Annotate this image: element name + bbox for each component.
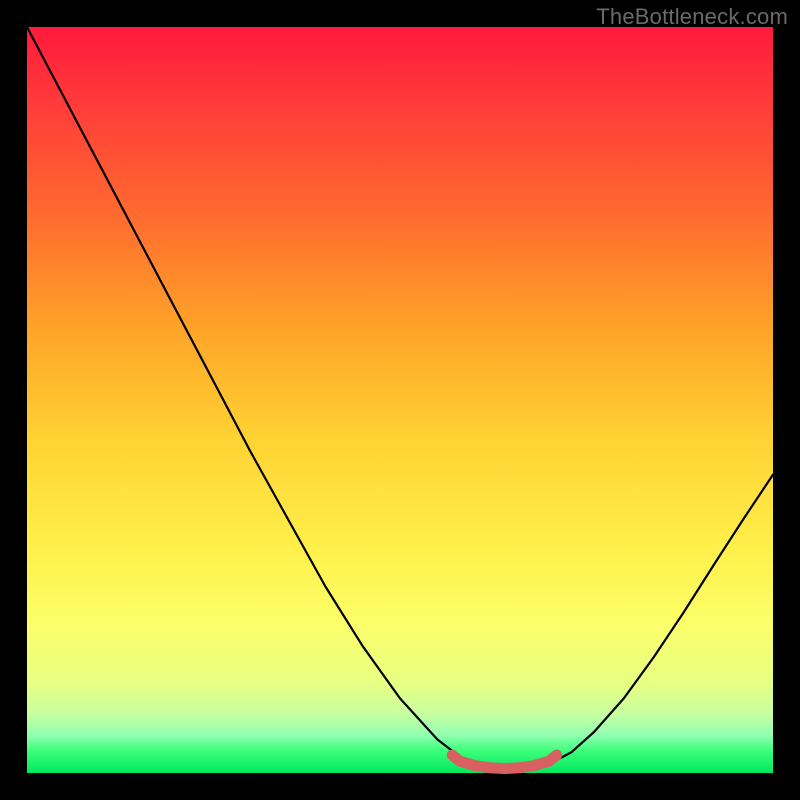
plot-area <box>27 27 773 773</box>
chart-svg <box>27 27 773 773</box>
watermark-text: TheBottleneck.com <box>596 4 788 30</box>
sweet-spot-marker <box>452 755 557 768</box>
chart-frame: TheBottleneck.com <box>0 0 800 800</box>
bottleneck-curve <box>27 27 773 769</box>
